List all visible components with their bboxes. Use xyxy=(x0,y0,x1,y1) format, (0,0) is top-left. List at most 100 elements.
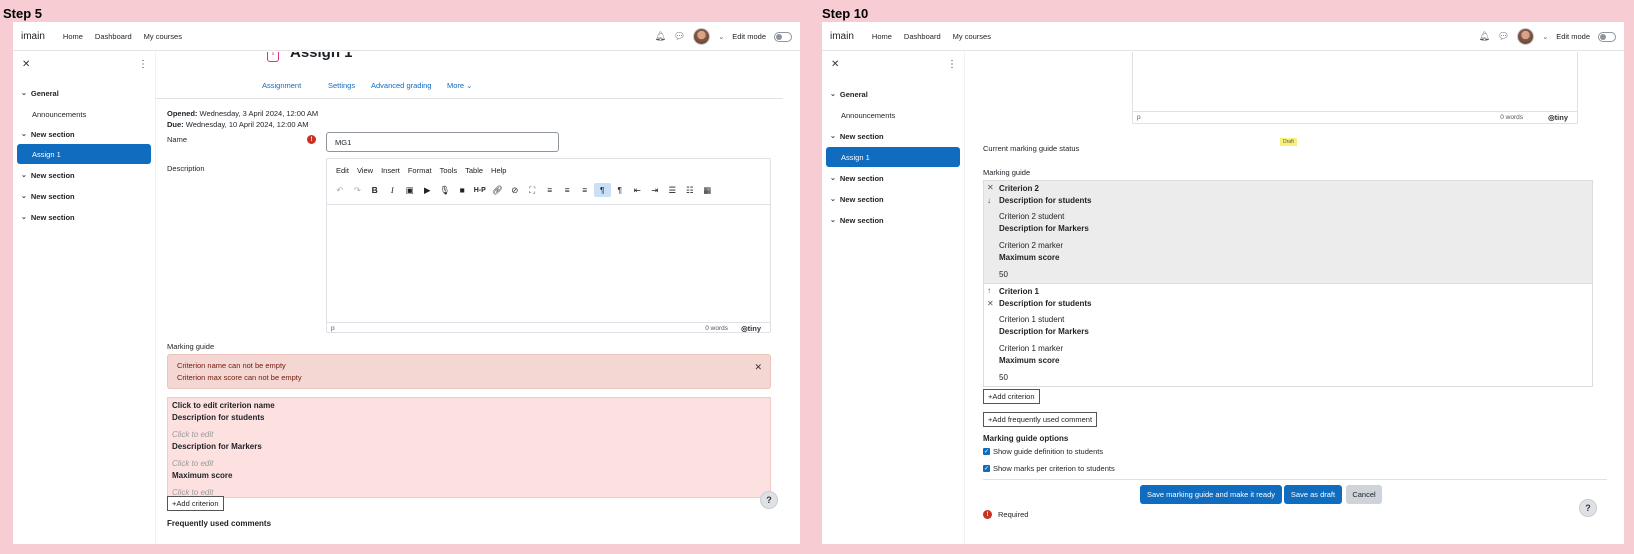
bell-icon[interactable]: 🔔︎ xyxy=(654,31,665,42)
desc-students-field[interactable]: Click to edit xyxy=(172,430,213,439)
site-brand[interactable]: imain xyxy=(21,31,45,42)
cancel-button[interactable]: Cancel xyxy=(1346,485,1382,504)
kebab-menu-icon[interactable]: ⋮ xyxy=(947,59,957,70)
drawer-item-announcements[interactable]: Announcements xyxy=(17,104,151,124)
menu-view[interactable]: View xyxy=(357,166,373,175)
ltr-icon[interactable]: ¶ xyxy=(593,183,611,197)
indent-icon[interactable]: ⇥ xyxy=(646,183,664,197)
drawer-section-new-section[interactable]: ⌄ New section xyxy=(826,126,960,146)
tiny-brand: tiny xyxy=(1554,113,1568,122)
nav-home[interactable]: Home xyxy=(63,32,83,41)
nav-dashboard[interactable]: Dashboard xyxy=(95,32,132,41)
edit-mode-toggle[interactable] xyxy=(1598,31,1616,42)
max-score-value[interactable]: 50 xyxy=(999,373,1008,382)
criterion-name[interactable]: Click to edit criterion name xyxy=(172,401,275,410)
tab-assignment[interactable]: Assignment xyxy=(262,81,301,90)
undo-icon[interactable]: ↶ xyxy=(331,183,349,197)
save-draft-button[interactable]: Save as draft xyxy=(1284,485,1342,504)
nav-home[interactable]: Home xyxy=(872,32,892,41)
description-editor[interactable]: p 0 words ◎tiny xyxy=(1132,52,1578,124)
menu-table[interactable]: Table xyxy=(465,166,483,175)
align-center-icon[interactable]: ≡ xyxy=(559,183,577,197)
desc-markers-value[interactable]: Criterion 1 marker xyxy=(999,344,1063,353)
avatar[interactable] xyxy=(1517,28,1535,45)
help-button[interactable]: ? xyxy=(760,491,778,509)
avatar[interactable] xyxy=(693,28,711,45)
image-icon[interactable]: ▣ xyxy=(401,183,419,197)
nav-my-courses[interactable]: My courses xyxy=(953,32,991,41)
drawer-section-new-section[interactable]: ⌄ New section xyxy=(17,165,151,185)
description-editor[interactable]: Edit View Insert Format Tools Table Help… xyxy=(326,158,771,333)
menu-help[interactable]: Help xyxy=(491,166,506,175)
h5p-icon[interactable]: H‑P xyxy=(471,183,489,197)
menu-edit[interactable]: Edit xyxy=(336,166,349,175)
drawer-section-general[interactable]: ⌄ General xyxy=(826,84,960,104)
max-score-value[interactable]: 50 xyxy=(999,270,1008,279)
criterion-name[interactable]: Criterion 1 xyxy=(999,287,1039,296)
tab-advanced-grading[interactable]: Advanced grading xyxy=(371,81,431,90)
drawer-section-new-section[interactable]: ⌄ New section xyxy=(17,186,151,206)
desc-markers-field[interactable]: Click to edit xyxy=(172,459,213,468)
numbered-list-icon[interactable]: ☷ xyxy=(681,183,699,197)
delete-icon[interactable]: ✕ xyxy=(987,299,994,308)
link-icon[interactable]: 🔗︎ xyxy=(489,183,507,197)
nav-dashboard[interactable]: Dashboard xyxy=(904,32,941,41)
move-up-icon[interactable]: ↑ xyxy=(987,286,991,295)
tab-settings[interactable]: Settings xyxy=(328,81,355,90)
chevron-down-icon[interactable]: ⌄ xyxy=(718,33,724,41)
bullet-list-icon[interactable]: ☰ xyxy=(664,183,682,197)
drawer-item-assign-1[interactable]: Assign 1 xyxy=(17,144,151,164)
drawer-section-new-section[interactable]: ⌄ New section xyxy=(826,189,960,209)
align-left-icon[interactable]: ≡ xyxy=(541,183,559,197)
redo-icon[interactable]: ↷ xyxy=(349,183,367,197)
video-icon[interactable]: ■ xyxy=(454,183,472,197)
delete-icon[interactable]: ✕ xyxy=(987,183,994,192)
add-criterion-button[interactable]: + Add criterion xyxy=(983,389,1040,404)
checkbox-show-guide[interactable]: ✓ xyxy=(983,448,990,455)
chat-icon[interactable]: 💬︎ xyxy=(674,31,685,42)
desc-students-value[interactable]: Criterion 1 student xyxy=(999,315,1064,324)
microphone-icon[interactable]: 🎙︎ xyxy=(436,183,454,197)
help-button[interactable]: ? xyxy=(1579,499,1597,517)
move-down-icon[interactable]: ↓ xyxy=(987,196,991,205)
menu-tools[interactable]: Tools xyxy=(440,166,458,175)
close-icon[interactable]: ✕ xyxy=(831,59,839,70)
media-icon[interactable]: ▶ xyxy=(419,183,437,197)
drawer-section-new-section[interactable]: ⌄ New section xyxy=(17,207,151,227)
calculator-icon[interactable]: ▦ xyxy=(699,183,717,197)
drawer-item-assign-1[interactable]: Assign 1 xyxy=(826,147,960,167)
rtl-icon[interactable]: ¶ xyxy=(611,183,629,197)
drawer-section-new-section[interactable]: ⌄ New section xyxy=(826,168,960,188)
desc-markers-value[interactable]: Criterion 2 marker xyxy=(999,241,1063,250)
nav-my-courses[interactable]: My courses xyxy=(144,32,182,41)
chevron-down-icon[interactable]: ⌄ xyxy=(1542,33,1548,41)
align-right-icon[interactable]: ≡ xyxy=(576,183,594,197)
name-input[interactable]: MG1 xyxy=(326,132,559,152)
drawer-section-new-section[interactable]: ⌄ New section xyxy=(17,124,151,144)
close-icon[interactable]: ✕ xyxy=(22,59,30,70)
fullscreen-icon[interactable]: ⛶ xyxy=(524,183,542,197)
chat-icon[interactable]: 💬︎ xyxy=(1498,31,1509,42)
drawer-section-new-section[interactable]: ⌄ New section xyxy=(826,210,960,230)
criterion-name[interactable]: Criterion 2 xyxy=(999,184,1039,193)
italic-icon[interactable]: I xyxy=(384,183,402,197)
unlink-icon[interactable]: ⊘ xyxy=(506,183,524,197)
edit-mode-toggle[interactable] xyxy=(774,31,792,42)
bold-icon[interactable]: B xyxy=(366,183,384,197)
tab-more[interactable]: More ⌄ xyxy=(447,81,472,90)
site-brand[interactable]: imain xyxy=(830,31,854,42)
save-and-ready-button[interactable]: Save marking guide and make it ready xyxy=(1140,485,1282,504)
navbar: imain Home Dashboard My courses 🔔︎ 💬︎ ⌄ … xyxy=(822,22,1624,51)
add-criterion-button[interactable]: + Add criterion xyxy=(167,496,224,511)
menu-insert[interactable]: Insert xyxy=(381,166,400,175)
kebab-menu-icon[interactable]: ⋮ xyxy=(138,59,148,70)
close-icon[interactable]: ✕ xyxy=(754,362,762,373)
drawer-item-announcements[interactable]: Announcements xyxy=(826,105,960,125)
checkbox-show-marks[interactable]: ✓ xyxy=(983,465,990,472)
outdent-icon[interactable]: ⇤ xyxy=(629,183,647,197)
drawer-section-general[interactable]: ⌄ General xyxy=(17,83,151,103)
add-frequent-comment-button[interactable]: + Add frequently used comment xyxy=(983,412,1098,427)
bell-icon[interactable]: 🔔︎ xyxy=(1478,31,1489,42)
menu-format[interactable]: Format xyxy=(408,166,432,175)
desc-students-value[interactable]: Criterion 2 student xyxy=(999,212,1064,221)
